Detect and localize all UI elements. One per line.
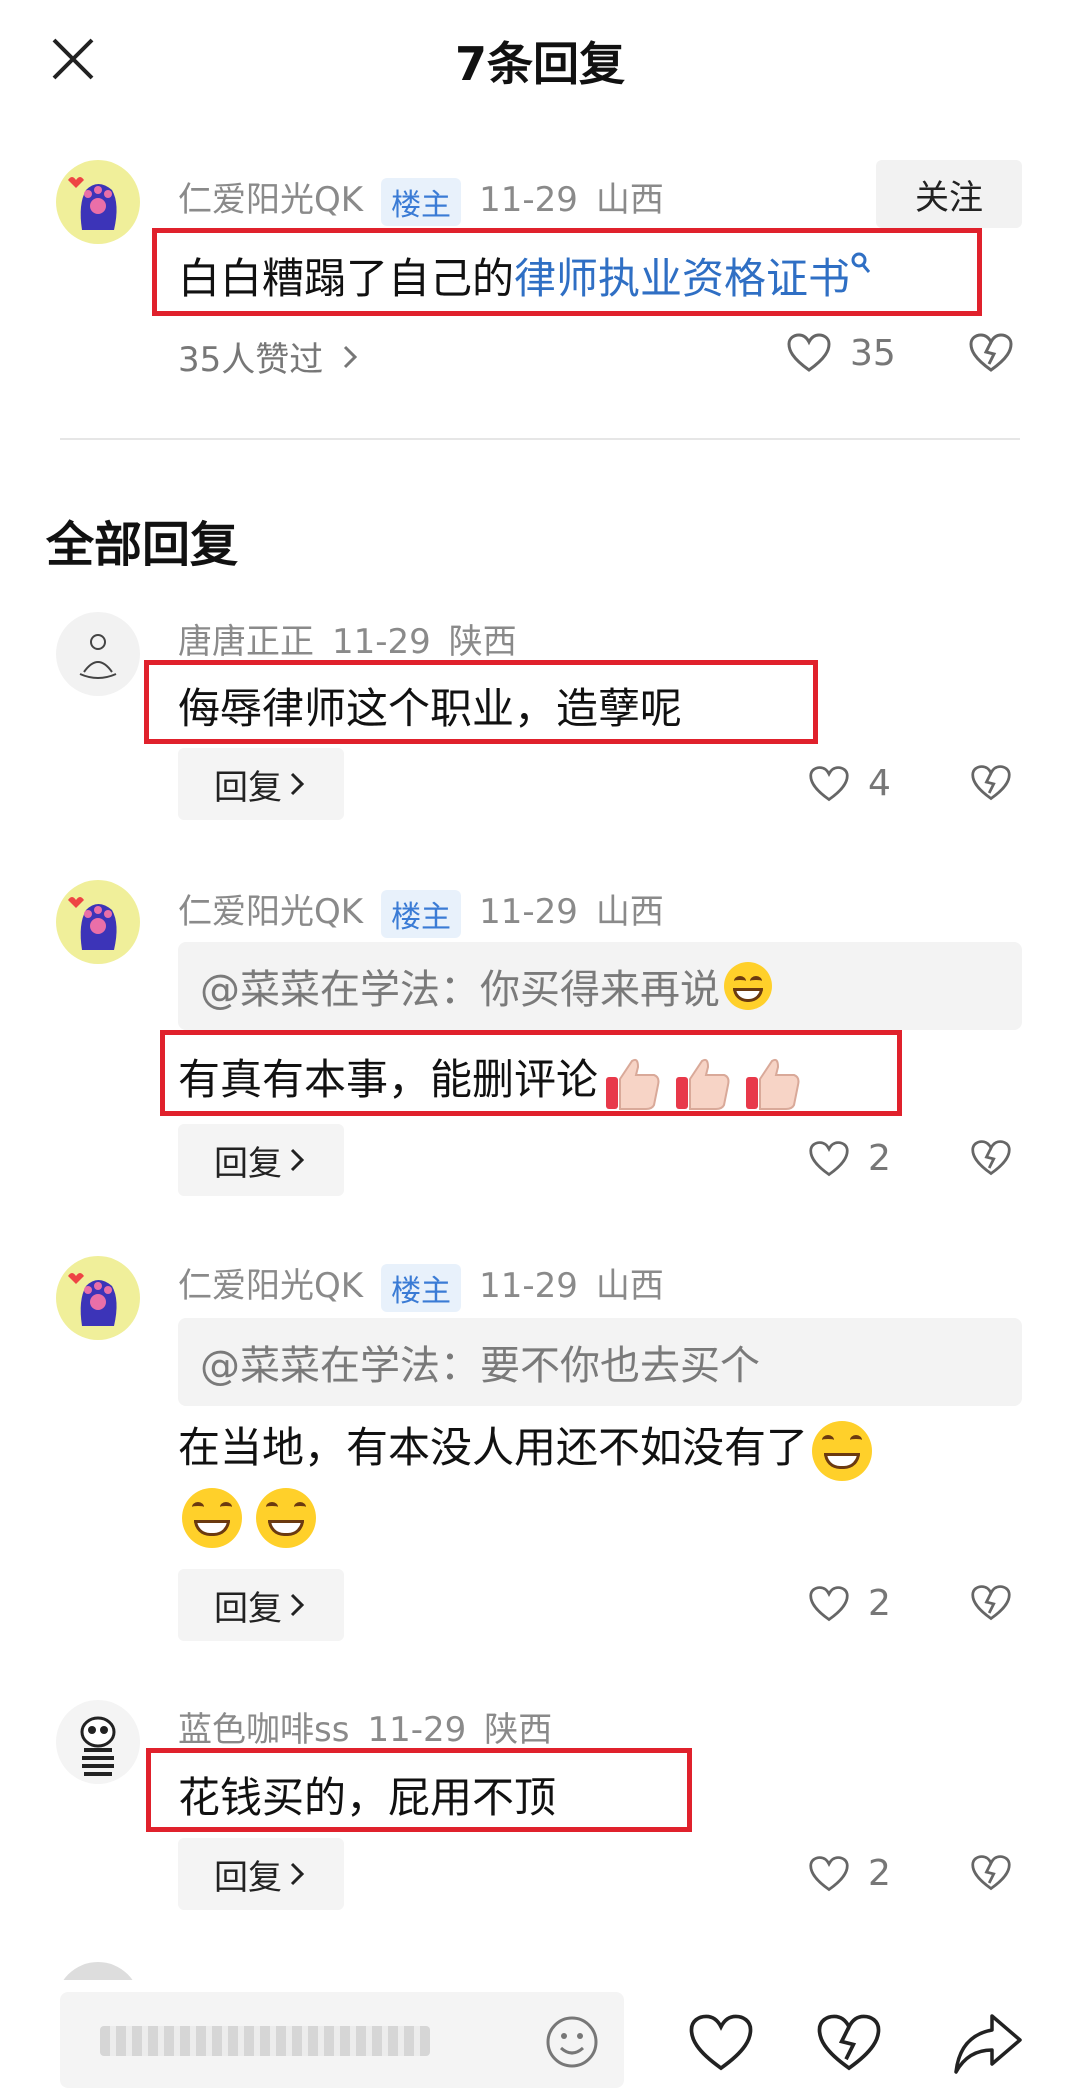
reply-location: 山西: [595, 892, 664, 932]
reply-location: 陕西: [484, 1710, 553, 1750]
heart-icon: [809, 1855, 849, 1891]
dislike-icon[interactable]: [970, 763, 1012, 803]
heart-icon[interactable]: [686, 2012, 756, 2074]
like-count: 2: [868, 1138, 891, 1179]
page-title: 7条回复: [454, 37, 625, 91]
reply-button[interactable]: 回复: [178, 1124, 344, 1196]
section-title: 全部回复: [46, 517, 239, 573]
reply-date: 11-29: [332, 622, 431, 662]
reply-meta: 仁爱阳光QK 楼主 11-29 山西: [178, 884, 682, 938]
reply-button-label: 回复: [214, 1143, 282, 1184]
username[interactable]: 仁爱阳光QK: [178, 892, 363, 932]
laugh-emoji-icon: [182, 1488, 242, 1548]
username[interactable]: 唐唐正正: [178, 622, 314, 662]
input-placeholder-blur: [100, 2026, 430, 2056]
avatar[interactable]: [56, 1700, 140, 1784]
dislike-icon[interactable]: [814, 2012, 884, 2074]
avatar[interactable]: [56, 1256, 140, 1340]
like-button[interactable]: 2: [808, 1138, 891, 1179]
grin-emoji-icon: [724, 962, 772, 1010]
dislike-icon[interactable]: [968, 332, 1014, 374]
comment-meta: 仁爱阳光QK 楼主 11-29 山西: [178, 172, 682, 226]
comment-input[interactable]: [60, 1992, 624, 2088]
emoji-icon[interactable]: [544, 2014, 600, 2070]
chevron-right-icon: [290, 772, 305, 796]
highlight-box: [152, 228, 982, 316]
reply-location: 山西: [595, 1266, 664, 1306]
comment-location: 山西: [595, 180, 664, 220]
op-badge: 楼主: [381, 177, 462, 226]
reply-button-label: 回复: [214, 1588, 282, 1629]
reply-meta: 蓝色咖啡ss 11-29 陕西: [178, 1702, 570, 1751]
like-count: 2: [868, 1583, 891, 1624]
emoji-row: [178, 1488, 320, 1548]
like-button[interactable]: 2: [808, 1583, 891, 1624]
likers-count: 35人赞过: [178, 340, 324, 380]
dislike-icon[interactable]: [970, 1583, 1012, 1623]
heart-icon: [809, 1140, 849, 1176]
username[interactable]: 仁爱阳光QK: [178, 180, 363, 220]
share-icon[interactable]: [952, 2010, 1024, 2076]
reply-date: 11-29: [479, 892, 578, 932]
divider: [60, 438, 1020, 440]
quoted-text: @菜菜在学法：要不你也去买个: [200, 1343, 760, 1389]
reply-button-label: 回复: [214, 767, 282, 808]
avatar[interactable]: [56, 160, 140, 244]
reply-date: 11-29: [479, 1266, 578, 1306]
likers-link[interactable]: 35人赞过: [178, 332, 361, 381]
reply-text-body: 在当地，有本没人用还不如没有了: [178, 1423, 809, 1472]
quoted-text: @菜菜在学法：你买得来再说: [200, 967, 720, 1013]
highlight-box: [146, 1748, 692, 1832]
reply-button[interactable]: 回复: [178, 1838, 344, 1910]
avatar[interactable]: [56, 880, 140, 964]
username[interactable]: 仁爱阳光QK: [178, 1266, 363, 1306]
like-count: 4: [868, 763, 891, 804]
follow-button[interactable]: 关注: [876, 160, 1022, 228]
reply-meta: 唐唐正正 11-29 陕西: [178, 614, 535, 663]
like-count: 2: [868, 1853, 891, 1894]
reply-meta: 仁爱阳光QK 楼主 11-29 山西: [178, 1258, 682, 1312]
chevron-right-icon: [290, 1862, 305, 1886]
reply-text: 在当地，有本没人用还不如没有了: [178, 1414, 876, 1481]
heart-icon: [809, 765, 849, 801]
chevron-right-icon: [290, 1148, 305, 1172]
quoted-reply[interactable]: @菜菜在学法：要不你也去买个: [178, 1318, 1022, 1406]
reply-button-label: 回复: [214, 1857, 282, 1898]
laugh-emoji-icon: [812, 1420, 873, 1481]
reply-location: 陕西: [448, 622, 517, 662]
dislike-icon[interactable]: [970, 1853, 1012, 1893]
like-button[interactable]: 4: [808, 763, 891, 804]
username[interactable]: 蓝色咖啡ss: [178, 1710, 349, 1750]
heart-icon: [787, 333, 831, 372]
like-count: 35: [850, 332, 896, 374]
like-button[interactable]: 35: [786, 332, 896, 374]
dislike-icon[interactable]: [970, 1138, 1012, 1178]
highlight-box: [144, 660, 818, 744]
laugh-emoji-icon: [256, 1488, 316, 1548]
quoted-reply[interactable]: @菜菜在学法：你买得来再说: [178, 942, 1022, 1030]
reply-button[interactable]: 回复: [178, 1569, 344, 1641]
highlight-box: [160, 1030, 902, 1116]
op-badge: 楼主: [381, 1263, 462, 1312]
reply-date: 11-29: [367, 1710, 467, 1750]
chevron-right-icon: [344, 345, 358, 369]
op-badge: 楼主: [381, 889, 462, 938]
avatar[interactable]: [56, 612, 140, 696]
heart-icon: [809, 1585, 849, 1621]
comment-date: 11-29: [479, 180, 578, 220]
reply-button[interactable]: 回复: [178, 748, 344, 820]
like-button[interactable]: 2: [808, 1853, 891, 1894]
chevron-right-icon: [290, 1593, 305, 1617]
